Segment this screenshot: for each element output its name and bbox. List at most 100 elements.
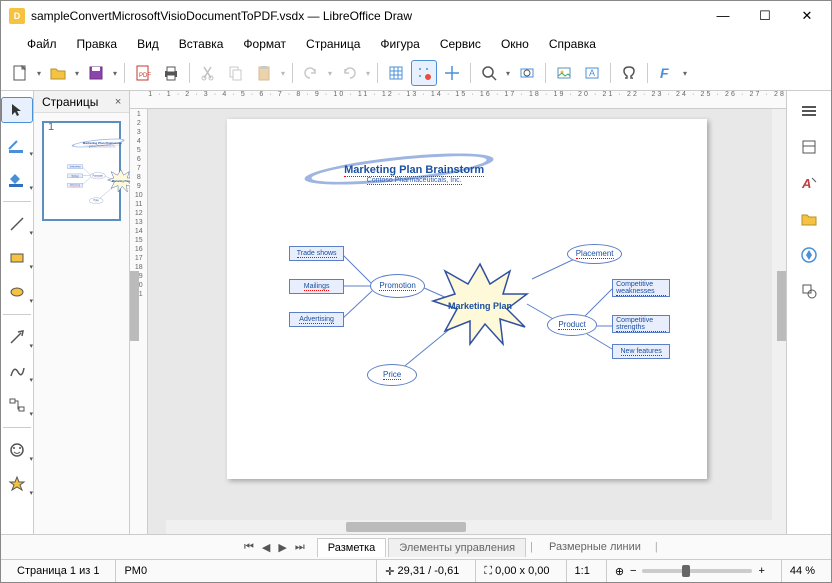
node-promotion[interactable]: Promotion — [90, 172, 105, 179]
save-dropdown[interactable]: ▾ — [111, 69, 119, 78]
node-placement[interactable]: Placement — [567, 244, 622, 264]
pages-panel-close[interactable]: × — [115, 96, 121, 108]
menu-insert[interactable]: Вставка — [171, 35, 232, 53]
shapes-icon[interactable] — [795, 279, 823, 303]
fit-page-icon[interactable]: ⊕ — [615, 565, 624, 578]
menu-page[interactable]: Страница — [298, 35, 368, 53]
zoom-button[interactable] — [476, 60, 502, 86]
menu-window[interactable]: Окно — [493, 35, 537, 53]
node-new-features[interactable]: New features — [612, 344, 670, 359]
horizontal-ruler[interactable]: 1 · 1 · 2 · 3 · 4 · 5 · 6 · 7 · 8 · 9 · … — [130, 91, 786, 109]
right-grip[interactable] — [777, 271, 786, 341]
tab-dimension-lines[interactable]: Размерные линии — [539, 538, 651, 556]
special-char-button[interactable] — [616, 60, 642, 86]
guides-button[interactable] — [439, 60, 465, 86]
properties-icon[interactable] — [795, 135, 823, 159]
image-button[interactable] — [551, 60, 577, 86]
layer-tab-bar: ⏮ ◀ ▶ ⏭ Разметка Элементы управления | Р… — [1, 534, 831, 559]
styles-icon[interactable]: A — [795, 171, 823, 195]
node-advertising[interactable]: Advertising — [289, 312, 344, 327]
select-tool[interactable] — [1, 97, 33, 123]
ellipse-tool[interactable]: ▾ — [3, 280, 31, 304]
window-title: sampleConvertMicrosoftVisioDocumentToPDF… — [31, 9, 711, 23]
paste-dropdown[interactable]: ▾ — [279, 69, 287, 78]
maximize-button[interactable]: ☐ — [753, 8, 777, 24]
menu-shape[interactable]: Фигура — [372, 35, 427, 53]
undo-button[interactable] — [298, 60, 324, 86]
redo-button[interactable] — [336, 60, 362, 86]
new-button[interactable] — [7, 60, 33, 86]
gallery-icon[interactable] — [795, 207, 823, 231]
node-advertising[interactable]: Advertising — [67, 183, 82, 187]
node-product[interactable]: Product — [547, 314, 597, 336]
tab-layout[interactable]: Разметка — [317, 538, 387, 557]
zoom-out-icon[interactable]: − — [630, 565, 636, 577]
menu-format[interactable]: Формат — [235, 35, 294, 53]
line-color-tool[interactable]: ▾ — [3, 133, 31, 157]
cut-button[interactable] — [195, 60, 221, 86]
redo-dropdown[interactable]: ▾ — [364, 69, 372, 78]
node-mailings[interactable]: Mailings — [289, 279, 344, 294]
status-zoom[interactable]: 44 % — [781, 560, 823, 582]
snap-grid-button[interactable] — [411, 60, 437, 86]
node-price[interactable]: Price — [89, 198, 103, 204]
zoom-in-icon[interactable]: + — [758, 565, 764, 577]
export-pdf-button[interactable]: PDF — [130, 60, 156, 86]
navigator-icon[interactable] — [795, 243, 823, 267]
tab-last-icon[interactable]: ⏭ — [293, 541, 307, 554]
close-button[interactable]: ✕ — [795, 8, 819, 24]
drawing-page[interactable]: Marketing Plan Brainstorm Contoso Pharma… — [227, 119, 707, 479]
page-thumbnail-1[interactable]: 1 — [42, 121, 121, 221]
save-button[interactable] — [83, 60, 109, 86]
minimize-button[interactable]: — — [711, 8, 735, 24]
new-dropdown[interactable]: ▾ — [35, 69, 43, 78]
menu-view[interactable]: Вид — [129, 35, 167, 53]
menu-tools[interactable]: Сервис — [432, 35, 489, 53]
curve-tool[interactable]: ▾ — [3, 359, 31, 383]
arrow-tool[interactable]: ▾ — [3, 325, 31, 349]
connector-tool[interactable]: ▾ — [3, 393, 31, 417]
horizontal-scrollbar[interactable] — [166, 520, 786, 534]
grid-button[interactable] — [383, 60, 409, 86]
node-trade-shows[interactable]: Trade shows — [67, 165, 82, 169]
status-scale[interactable]: 1:1 — [566, 560, 598, 582]
print-button[interactable] — [158, 60, 184, 86]
paste-button[interactable] — [251, 60, 277, 86]
node-mailings[interactable]: Mailings — [67, 174, 82, 178]
sidebar-toggle-icon[interactable] — [795, 99, 823, 123]
node-trade-shows[interactable]: Trade shows — [289, 246, 344, 261]
line-tool[interactable]: ▾ — [3, 212, 31, 236]
basic-shapes-tool[interactable]: ▾ — [3, 438, 31, 462]
tab-prev-icon[interactable]: ◀ — [260, 541, 272, 554]
star-tool[interactable]: ▾ — [3, 472, 31, 496]
menu-bar: Файл Правка Вид Вставка Формат Страница … — [1, 31, 831, 56]
menu-file[interactable]: Файл — [19, 35, 65, 53]
canvas-area[interactable]: 1 · 1 · 2 · 3 · 4 · 5 · 6 · 7 · 8 · 9 · … — [130, 91, 786, 534]
zoom-dropdown[interactable]: ▾ — [504, 69, 512, 78]
left-grip[interactable] — [130, 271, 139, 341]
undo-dropdown[interactable]: ▾ — [326, 69, 334, 78]
node-comp-weaknesses[interactable]: Competitive weaknesses — [612, 279, 670, 297]
copy-button[interactable] — [223, 60, 249, 86]
textbox-button[interactable]: A — [579, 60, 605, 86]
tab-next-icon[interactable]: ▶ — [276, 541, 288, 554]
tab-first-icon[interactable]: ⏮ — [242, 541, 256, 554]
fontwork-dropdown[interactable]: ▾ — [681, 69, 689, 78]
pages-panel-title: Страницы — [42, 95, 98, 109]
tab-controls[interactable]: Элементы управления — [388, 538, 526, 557]
diagram-center: Marketing Plan — [112, 180, 130, 183]
rect-tool[interactable]: ▾ — [3, 246, 31, 270]
object-zoom-button[interactable] — [514, 60, 540, 86]
node-price[interactable]: Price — [367, 364, 417, 386]
svg-text:A: A — [801, 176, 811, 191]
node-promotion[interactable]: Promotion — [370, 274, 425, 298]
zoom-slider[interactable] — [642, 569, 752, 573]
pages-panel: Страницы × 1 — [34, 91, 130, 534]
fill-color-tool[interactable]: ▾ — [3, 167, 31, 191]
node-comp-strengths[interactable]: Competitive strengths — [612, 315, 670, 333]
open-dropdown[interactable]: ▾ — [73, 69, 81, 78]
open-button[interactable] — [45, 60, 71, 86]
menu-edit[interactable]: Правка — [69, 35, 126, 53]
fontwork-button[interactable]: F — [653, 60, 679, 86]
menu-help[interactable]: Справка — [541, 35, 604, 53]
